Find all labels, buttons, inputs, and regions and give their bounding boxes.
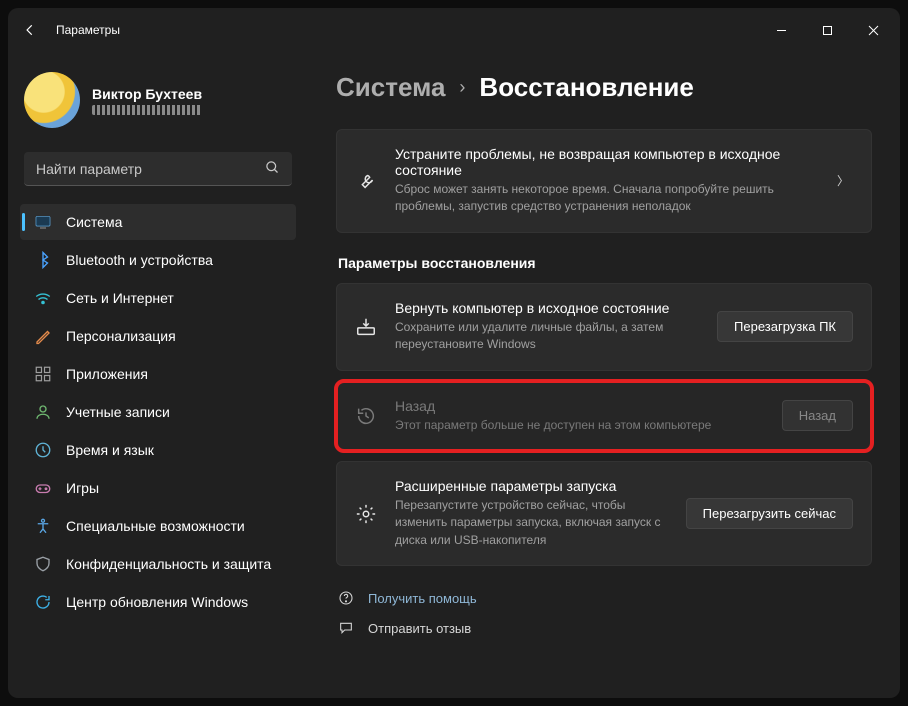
accessibility-icon — [34, 517, 52, 535]
chevron-right-icon: 〉 — [833, 172, 853, 189]
sidebar-item-label: Сеть и Интернет — [66, 290, 174, 306]
card-title: Устраните проблемы, не возвращая компьют… — [395, 146, 815, 178]
sidebar-item-system[interactable]: Система — [20, 204, 296, 240]
feedback-icon — [338, 620, 356, 636]
settings-window: Параметры Виктор Бухтеев — [8, 8, 900, 698]
personalization-icon — [34, 327, 52, 345]
profile-block[interactable]: Виктор Бухтеев — [16, 60, 300, 148]
profile-email — [92, 105, 202, 115]
sidebar-item-label: Персонализация — [66, 328, 176, 344]
sidebar-item-apps[interactable]: Приложения — [20, 356, 296, 392]
recovery-button-2[interactable]: Перезагрузить сейчас — [686, 498, 853, 529]
sidebar-item-label: Bluetooth и устройства — [66, 252, 213, 268]
search-box[interactable] — [24, 152, 292, 186]
sidebar-item-time[interactable]: Время и язык — [20, 432, 296, 468]
window-controls — [758, 14, 896, 46]
sidebar-item-label: Время и язык — [66, 442, 154, 458]
help-link[interactable]: Получить помощь — [338, 590, 872, 606]
update-icon — [34, 593, 52, 611]
card-subtitle: Сброс может занять некоторое время. Снач… — [395, 181, 815, 216]
sidebar-item-label: Учетные записи — [66, 404, 170, 420]
sidebar: Виктор Бухтеев Система Bluetooth и устрой… — [8, 52, 308, 698]
recovery-icon-2 — [355, 503, 377, 525]
recovery-card-1: Назад Этот параметр больше не доступен на… — [336, 381, 872, 451]
footer-links: Получить помощь Отправить отзыв — [336, 590, 872, 636]
section-heading: Параметры восстановления — [338, 255, 872, 271]
card-title: Вернуть компьютер в исходное состояние — [395, 300, 699, 316]
main-panel: Система › Восстановление Устраните пробл… — [308, 52, 900, 698]
card-title: Назад — [395, 398, 764, 414]
avatar — [24, 72, 80, 128]
sidebar-item-personalization[interactable]: Персонализация — [20, 318, 296, 354]
recovery-button-0[interactable]: Перезагрузка ПК — [717, 311, 853, 342]
sidebar-item-label: Специальные возможности — [66, 518, 245, 534]
feedback-label: Отправить отзыв — [368, 621, 471, 636]
breadcrumb: Система › Восстановление — [336, 72, 872, 103]
bluetooth-icon — [34, 251, 52, 269]
page-title: Восстановление — [479, 72, 693, 103]
feedback-link[interactable]: Отправить отзыв — [338, 620, 872, 636]
sidebar-item-label: Игры — [66, 480, 99, 496]
sidebar-item-label: Центр обновления Windows — [66, 594, 248, 610]
network-icon — [34, 289, 52, 307]
titlebar: Параметры — [8, 8, 900, 52]
sidebar-item-label: Приложения — [66, 366, 148, 382]
sidebar-item-update[interactable]: Центр обновления Windows — [20, 584, 296, 620]
recovery-card-2: Расширенные параметры запуска Перезапусти… — [336, 461, 872, 566]
accounts-icon — [34, 403, 52, 421]
card-subtitle: Перезапустите устройство сейчас, чтобы и… — [395, 497, 668, 549]
privacy-icon — [34, 555, 52, 573]
recovery-icon-0 — [355, 316, 377, 338]
sidebar-item-bluetooth[interactable]: Bluetooth и устройства — [20, 242, 296, 278]
sidebar-item-label: Система — [66, 214, 122, 230]
sidebar-item-label: Конфиденциальность и защита — [66, 556, 271, 572]
troubleshoot-card[interactable]: Устраните проблемы, не возвращая компьют… — [336, 129, 872, 233]
close-button[interactable] — [850, 14, 896, 46]
back-button[interactable] — [12, 12, 48, 48]
recovery-icon-1 — [355, 405, 377, 427]
chevron-right-icon: › — [459, 77, 465, 98]
recovery-button-1: Назад — [782, 400, 853, 431]
sidebar-item-privacy[interactable]: Конфиденциальность и защита — [20, 546, 296, 582]
wrench-icon — [355, 170, 377, 192]
card-title: Расширенные параметры запуска — [395, 478, 668, 494]
gaming-icon — [34, 479, 52, 497]
breadcrumb-parent[interactable]: Система — [336, 72, 445, 103]
system-icon — [34, 213, 52, 231]
search-icon — [265, 160, 280, 178]
sidebar-item-network[interactable]: Сеть и Интернет — [20, 280, 296, 316]
minimize-button[interactable] — [758, 14, 804, 46]
card-subtitle: Сохраните или удалите личные файлы, а за… — [395, 319, 699, 354]
apps-icon — [34, 365, 52, 383]
sidebar-item-accessibility[interactable]: Специальные возможности — [20, 508, 296, 544]
card-subtitle: Этот параметр больше не доступен на этом… — [395, 417, 764, 434]
sidebar-item-gaming[interactable]: Игры — [20, 470, 296, 506]
help-icon — [338, 590, 356, 606]
help-label: Получить помощь — [368, 591, 477, 606]
search-input[interactable] — [36, 161, 265, 177]
nav-list: Система Bluetooth и устройства Сеть и Инте… — [16, 204, 300, 620]
profile-name: Виктор Бухтеев — [92, 86, 202, 102]
window-title: Параметры — [56, 23, 120, 37]
sidebar-item-accounts[interactable]: Учетные записи — [20, 394, 296, 430]
recovery-card-0: Вернуть компьютер в исходное состояние Со… — [336, 283, 872, 371]
maximize-button[interactable] — [804, 14, 850, 46]
time-icon — [34, 441, 52, 459]
